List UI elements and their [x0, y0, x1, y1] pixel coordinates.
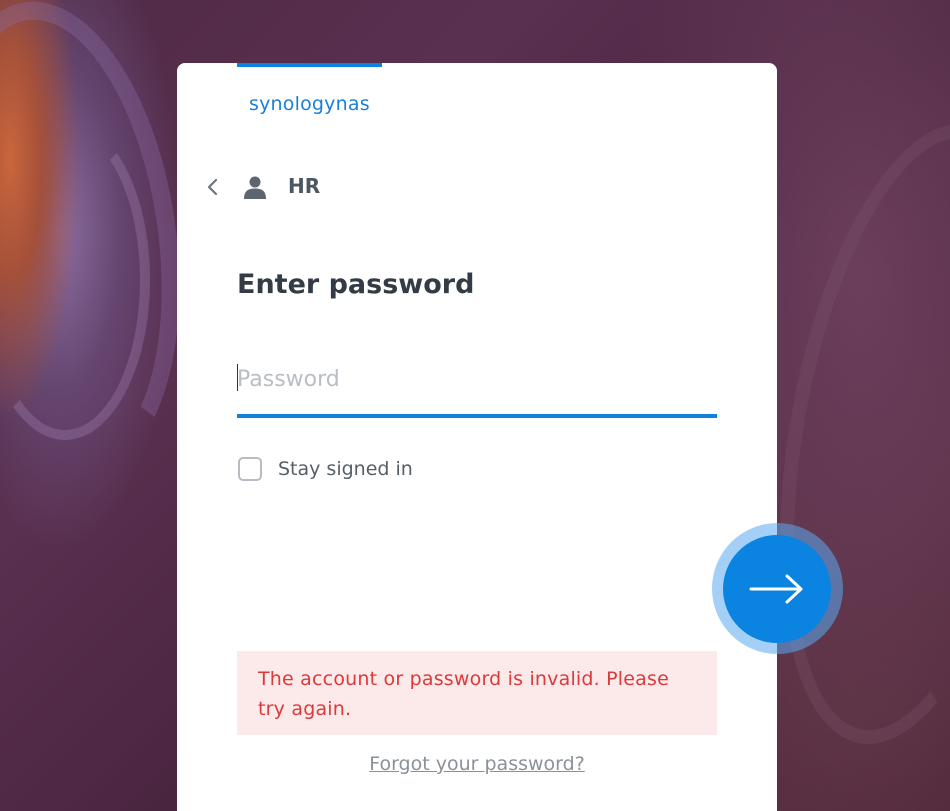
- stay-signed-in-label: Stay signed in: [278, 458, 413, 480]
- arrow-right-icon: [749, 574, 803, 604]
- stay-signed-in-checkbox[interactable]: [238, 457, 262, 481]
- host-name: synologynas: [249, 93, 370, 115]
- background-swirl: [0, 120, 150, 440]
- forgot-password-link[interactable]: Forgot your password?: [177, 753, 777, 775]
- password-input[interactable]: [237, 355, 717, 403]
- user-icon: [243, 175, 267, 199]
- text-cursor: [237, 364, 238, 391]
- error-message: The account or password is invalid. Plea…: [237, 651, 717, 735]
- back-button[interactable]: [201, 175, 225, 199]
- chevron-left-icon: [207, 178, 218, 196]
- host-tab-indicator: [237, 63, 382, 67]
- password-field-wrapper: [237, 353, 717, 418]
- next-button[interactable]: [723, 535, 831, 643]
- user-name: HR: [288, 174, 321, 198]
- login-card: synologynas HR Enter password Stay signe…: [177, 63, 843, 811]
- page-title: Enter password: [237, 269, 475, 300]
- stay-signed-in-row[interactable]: Stay signed in: [238, 455, 413, 483]
